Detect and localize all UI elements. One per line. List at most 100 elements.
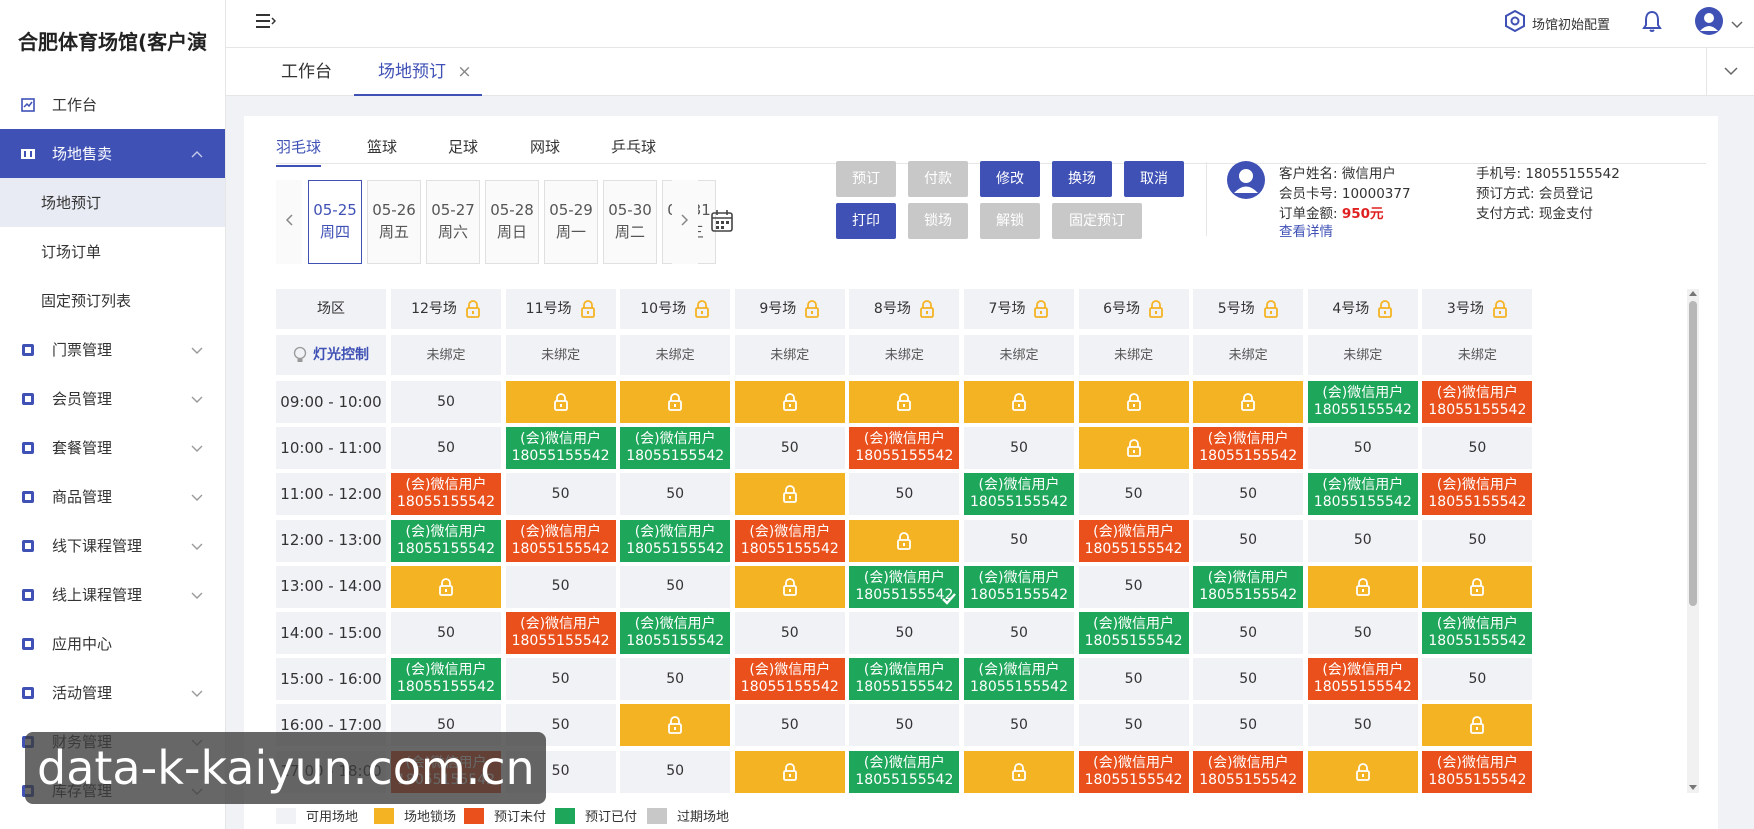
- grid-scrollbar[interactable]: [1687, 289, 1699, 793]
- booking-slot[interactable]: 50: [505, 473, 616, 516]
- booking-slot[interactable]: (会)微信用户18055155542: [1422, 473, 1533, 516]
- booking-slot[interactable]: (会)微信用户18055155542: [1307, 658, 1418, 701]
- user-avatar[interactable]: [1694, 6, 1724, 40]
- sidebar-item-8[interactable]: 线上课程管理: [0, 570, 225, 619]
- tab-venue-booking[interactable]: 场地预订 ×: [354, 48, 482, 96]
- action-button-8[interactable]: 解锁: [980, 203, 1040, 239]
- action-button-4[interactable]: 换场: [1052, 161, 1112, 197]
- court-header[interactable]: 3号场: [1422, 289, 1533, 329]
- booking-slot[interactable]: [1307, 750, 1418, 793]
- booking-slot[interactable]: 50: [1193, 658, 1304, 701]
- booking-slot[interactable]: 50: [849, 473, 960, 516]
- light-status[interactable]: 未绑定: [391, 335, 501, 375]
- booking-slot[interactable]: [1078, 427, 1189, 470]
- booking-slot[interactable]: (会)微信用户18055155542: [1307, 381, 1418, 423]
- booking-slot[interactable]: 50: [1307, 427, 1418, 470]
- action-button-9[interactable]: 固定预订: [1052, 203, 1142, 239]
- sport-tab-2[interactable]: 篮球: [367, 136, 397, 157]
- booking-slot[interactable]: 50: [734, 427, 845, 470]
- action-button-1[interactable]: 预订: [836, 161, 896, 197]
- light-status[interactable]: 未绑定: [620, 335, 731, 375]
- action-button-6[interactable]: 打印: [836, 203, 896, 239]
- court-header[interactable]: 8号场: [849, 289, 960, 329]
- booking-slot[interactable]: 50: [734, 612, 845, 654]
- scrollbar-thumb[interactable]: [1689, 301, 1697, 606]
- action-button-5[interactable]: 取消: [1124, 161, 1184, 197]
- booking-slot[interactable]: [1307, 565, 1418, 608]
- bell-icon[interactable]: [1641, 9, 1663, 37]
- sidebar-item-1[interactable]: 工作台: [0, 80, 225, 129]
- booking-slot[interactable]: (会)微信用户18055155542: [1307, 473, 1418, 516]
- court-header[interactable]: 12号场: [391, 289, 501, 329]
- booking-slot[interactable]: 50: [1307, 612, 1418, 654]
- action-button-2[interactable]: 付款: [908, 161, 968, 197]
- close-icon[interactable]: ×: [457, 62, 471, 82]
- sidebar-item-2[interactable]: 场地售卖: [0, 129, 225, 178]
- booking-slot[interactable]: [1193, 381, 1304, 423]
- booking-slot[interactable]: 50: [620, 750, 731, 793]
- booking-slot[interactable]: 50: [1078, 704, 1189, 747]
- booking-slot[interactable]: 50: [849, 612, 960, 654]
- sidebar-item-3[interactable]: 门票管理: [0, 325, 225, 374]
- date-option[interactable]: 05-25 周四: [308, 180, 362, 264]
- sidebar-subitem-1[interactable]: 场地预订: [0, 178, 225, 227]
- booking-slot[interactable]: (会)微信用户18055155542: [391, 519, 501, 562]
- booking-slot[interactable]: [620, 704, 731, 747]
- booking-slot[interactable]: 50: [964, 612, 1074, 654]
- sidebar-subitem-2[interactable]: 订场订单: [0, 227, 225, 276]
- booking-slot[interactable]: [620, 381, 731, 423]
- booking-slot[interactable]: (会)微信用户18055155542: [1193, 427, 1304, 470]
- booking-slot[interactable]: [1422, 704, 1533, 747]
- booking-slot[interactable]: 50: [1307, 704, 1418, 747]
- booking-slot[interactable]: (会)微信用户18055155542: [620, 612, 731, 654]
- booking-slot[interactable]: 50: [964, 427, 1074, 470]
- booking-slot[interactable]: [849, 381, 960, 423]
- booking-slot[interactable]: [734, 750, 845, 793]
- light-status[interactable]: 未绑定: [849, 335, 960, 375]
- booking-slot[interactable]: (会)微信用户18055155542: [1078, 612, 1189, 654]
- booking-slot[interactable]: 50: [1193, 473, 1304, 516]
- booking-slot[interactable]: (会)微信用户18055155542: [1422, 750, 1533, 793]
- booking-slot[interactable]: (会)微信用户18055155542: [391, 658, 501, 701]
- court-header[interactable]: 4号场: [1307, 289, 1418, 329]
- booking-slot[interactable]: (会)微信用户18055155542: [849, 750, 960, 793]
- sidebar-item-9[interactable]: 应用中心: [0, 619, 225, 668]
- booking-slot[interactable]: 50: [964, 519, 1074, 562]
- sidebar-subitem-3[interactable]: 固定预订列表: [0, 276, 225, 325]
- court-header[interactable]: 5号场: [1193, 289, 1304, 329]
- booking-slot[interactable]: 50: [391, 612, 501, 654]
- booking-slot[interactable]: (会)微信用户18055155542: [620, 427, 731, 470]
- booking-slot[interactable]: 50: [849, 704, 960, 747]
- date-option[interactable]: 05-27 周六: [426, 180, 480, 264]
- booking-slot[interactable]: (会)微信用户18055155542: [1422, 381, 1533, 423]
- booking-slot[interactable]: 50: [1078, 473, 1189, 516]
- booking-slot[interactable]: (会)微信用户18055155542: [849, 427, 960, 470]
- light-status[interactable]: 未绑定: [1307, 335, 1418, 375]
- sidebar-item-6[interactable]: 商品管理: [0, 472, 225, 521]
- sport-tab-4[interactable]: 网球: [530, 136, 560, 157]
- booking-slot[interactable]: 50: [620, 565, 731, 608]
- scroll-up-icon[interactable]: [1689, 291, 1697, 296]
- booking-slot[interactable]: 50: [964, 704, 1074, 747]
- booking-slot[interactable]: (会)微信用户18055155542: [734, 658, 845, 701]
- sport-tab-5[interactable]: 乒乓球: [611, 136, 656, 157]
- booking-slot[interactable]: 50: [391, 381, 501, 423]
- booking-slot[interactable]: (会)微信用户18055155542: [1422, 612, 1533, 654]
- booking-slot[interactable]: 50: [505, 658, 616, 701]
- booking-slot[interactable]: 50: [1193, 704, 1304, 747]
- booking-slot[interactable]: [849, 519, 960, 562]
- booking-slot[interactable]: (会)微信用户18055155542: [1078, 519, 1189, 562]
- light-status[interactable]: 未绑定: [1078, 335, 1189, 375]
- booking-slot[interactable]: (会)微信用户18055155542: [734, 519, 845, 562]
- booking-slot[interactable]: (会)微信用户18055155542: [1078, 750, 1189, 793]
- court-header[interactable]: 7号场: [964, 289, 1074, 329]
- booking-slot[interactable]: [1422, 565, 1533, 608]
- booking-slot[interactable]: [964, 750, 1074, 793]
- tab-workbench[interactable]: 工作台: [281, 48, 332, 96]
- sport-tab-3[interactable]: 足球: [448, 136, 478, 157]
- booking-slot[interactable]: [964, 381, 1074, 423]
- booking-slot[interactable]: [734, 381, 845, 423]
- action-button-7[interactable]: 锁场: [908, 203, 968, 239]
- menu-toggle-icon[interactable]: [256, 12, 277, 30]
- booking-slot[interactable]: (会)微信用户18055155542: [1193, 565, 1304, 608]
